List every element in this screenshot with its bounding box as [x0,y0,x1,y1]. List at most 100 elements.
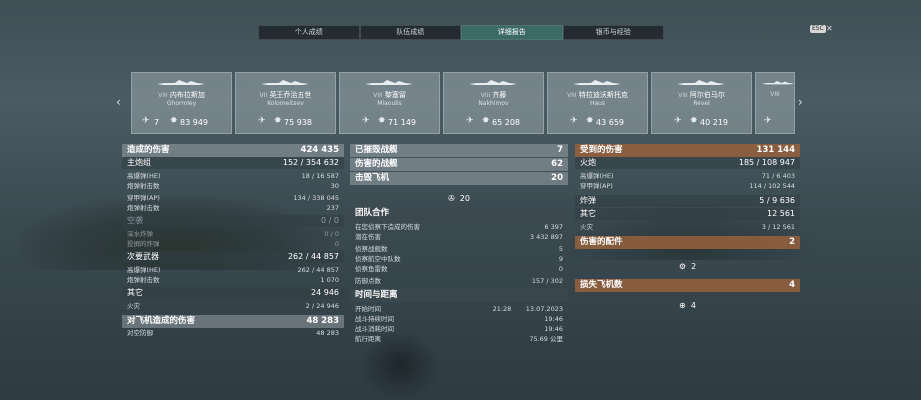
damage-icon: ✸ [482,116,490,126]
damage-received-header: 受到的伤害 131 144 [575,144,800,157]
ship-name: 阿尔伯马尔 [689,91,725,99]
player-name: Nakhimov [478,100,509,107]
ship-silhouette-icon [365,80,413,85]
damaged-modules-header: 伤害的配件 2 [575,236,800,249]
stat-row: 高爆弹(HE) 71 / 6 403 [580,172,795,180]
player-name: Miaoulis [377,100,402,107]
ship-silhouette-icon [677,80,725,85]
close-icon[interactable]: ✕ [826,24,833,33]
stat-row: 深水炸弹 0 / 0 [127,230,339,238]
planes-destroyed-header: 击毁飞机 20 [350,172,568,185]
stat-row: 高爆弹(HE) 262 / 44 857 [127,266,339,274]
stat-row: 对空防御 48 283 [127,329,339,337]
kill-icon: ✈ [142,116,150,126]
other-row: 其它 24 946 [122,287,344,299]
scroll-right-arrow[interactable]: › [798,95,803,109]
plane-icon: ✇ [448,194,455,203]
damage-caused-panel: 造成的伤害 424 435 主炮组 152 / 354 632 高爆弹(HE) 18 … [122,144,344,338]
ship-card[interactable]: VIII 阿尔伯马尔 Revel ✈ ✸ 40 219 [651,72,752,134]
ship-silhouette-icon [762,81,794,85]
damage-value: 83 949 [180,118,208,127]
damage-value: 65 208 [492,118,520,127]
secondary-row: 次要武器 262 / 44 857 [122,251,344,263]
kill-icon: ✈ [362,116,370,126]
damage-value: 71 149 [388,118,416,127]
stat-row: 潜在伤害 3 432 897 [355,233,563,241]
ship-name: 特拉迪沃斯托克 [578,91,628,99]
player-name: Revel [693,100,710,107]
other-row: 其它 12 561 [575,208,800,220]
aa-damage-header: 对飞机造成的伤害 48 283 [122,315,344,328]
ship-silhouette-icon [157,80,205,85]
kills-value: 7 [154,118,160,127]
scroll-left-arrow[interactable]: ‹ [116,95,121,109]
lost-planes-badge: ⊕ 4 [679,301,696,310]
stat-row: 投掷的炸弹 0 [127,240,339,248]
ship-card[interactable]: VIII 黎塞留 Miaoulis ✈ ✸ 71 149 [339,72,440,134]
kill-icon: ✈ [674,116,682,126]
stat-row: 侦察航空中队数 9 [355,255,563,263]
esc-key-hint[interactable]: ESC [810,25,826,33]
stat-row: 开始时间 21:28 13.07.2023 [355,305,563,313]
modules-badge: ⚙ 2 [678,262,697,271]
damaged-ships-header: 伤害的战舰 62 [350,158,568,171]
damage-icon: ✸ [378,116,386,126]
player-name: Haus [589,100,606,107]
stat-row: 高爆弹(HE) 18 / 16 587 [127,172,339,180]
main-battery-row: 火炮 185 / 108 947 [575,157,800,169]
module-icon: ⚙ [678,262,686,271]
tab-team[interactable]: 队伍成绩 [359,25,461,40]
kill-icon: ✈ [570,116,578,126]
damage-value: 75 938 [284,118,312,127]
ship-name: 齐藤 [492,91,507,99]
ship-card[interactable]: VIII ✈ [755,72,795,134]
time-distance-header: 时间与距离 [350,289,568,302]
kill-icon: ✈ [764,116,772,126]
planes-destroyed-badge: ✇ 20 [448,194,470,203]
tab-credits-xp[interactable]: 银币与经验 [562,25,664,40]
stat-row: 战斗持续时间 19:46 [355,315,563,323]
ship-card[interactable]: VIII 内布拉斯加 Ghormley ✈ 7 ✸ 83 949 [131,72,232,134]
stat-row: 穿甲弹(AP) 114 / 102 544 [580,182,795,190]
ship-silhouette-icon [261,80,309,85]
stat-row: 在您侦察下造成的伤害 6 397 [355,223,563,231]
damage-icon: ✸ [170,116,178,126]
stat-row: 侦察战舰数 5 [355,245,563,253]
ship-silhouette-icon [469,80,517,85]
main-battery-row: 主炮组 152 / 354 632 [122,157,344,169]
stat-row: 火灾 2 / 24 946 [127,302,339,310]
player-name: Ghormley [166,100,197,107]
damage-icon: ✸ [586,116,594,126]
stat-row: 炮弹射击数 237 [127,204,339,212]
ship-card[interactable]: VIII 特拉迪沃斯托克 Haus ✈ ✸ 43 659 [547,72,648,134]
stat-row: 炮弹射击数 30 [127,182,339,190]
kill-icon: ✈ [258,116,266,126]
tab-bar: 个人成绩 队伍成绩 详细报告 银币与经验 [258,25,664,40]
damage-value: 43 659 [596,118,624,127]
air-strike-row: 空袭 0 / 0 [122,215,344,227]
ship-silhouette-icon [573,80,621,85]
damage-icon: ✸ [690,116,698,126]
crosshair-icon: ⊕ [679,301,686,310]
ship-card[interactable]: VIII 齐藤 Nakhimov ✈ ✸ 65 208 [443,72,544,134]
ship-card[interactable]: VII 英王乔治五世 Kolomeitsev ✈ ✸ 75 938 [235,72,336,134]
damage-received-panel: 受到的伤害 131 144 火炮 185 / 108 947 高爆弹(HE) 71 /… [575,144,800,314]
stat-row: 战斗消耗时间 19:46 [355,325,563,333]
lost-planes-header: 损失飞机数 4 [575,279,800,292]
ship-name: 黎塞留 [384,91,406,99]
kill-icon: ✈ [466,116,474,126]
stat-row: 侦察鱼雷数 0 [355,265,563,273]
destroyed-ships-header: 已摧毁战舰 7 [350,144,568,157]
teamwork-header: 团队合作 [350,207,568,220]
stat-row: 航行距离 75.69 公里 [355,335,563,343]
tab-personal[interactable]: 个人成绩 [258,25,360,40]
middle-panel: 已摧毁战舰 7 伤害的战舰 62 击毁飞机 20 ✇ 20 团队合作 在您侦察下造成的… [350,144,568,344]
stat-row: 炮弹射击数 1 070 [127,276,339,284]
bombs-row: 炸弹 5 / 9 636 [575,195,800,207]
damage-value: 40 219 [700,118,728,127]
stat-row: 穿甲弹(AP) 134 / 338 045 [127,194,339,202]
damage-icon: ✸ [274,116,282,126]
tab-detailed-report[interactable]: 详细报告 [461,25,563,40]
stat-row: 防御点数 157 / 302 [355,277,563,285]
stat-row: 火灾 3 / 12 561 [580,223,795,231]
